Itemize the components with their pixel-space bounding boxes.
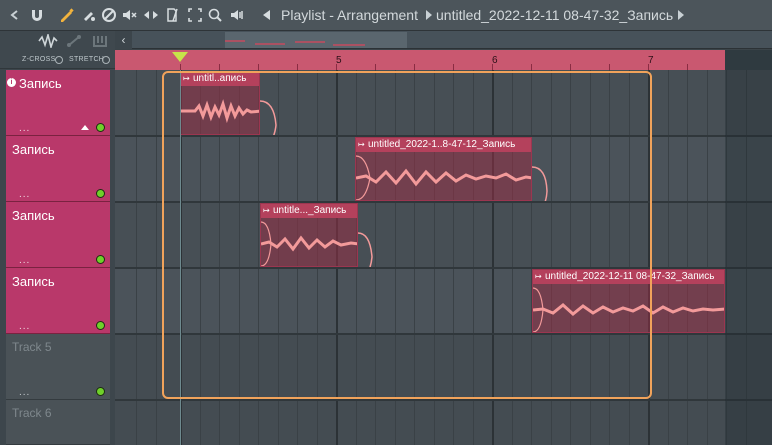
overview-window[interactable] bbox=[225, 32, 407, 48]
speaker-icon[interactable] bbox=[228, 6, 246, 24]
playlist-overview[interactable]: ‹ bbox=[115, 31, 772, 49]
pattern-name[interactable]: untitled_2022-12-11 08-47-32_Запись bbox=[436, 7, 673, 23]
select-icon[interactable] bbox=[186, 6, 204, 24]
stretch-icon[interactable] bbox=[92, 34, 108, 53]
track-name[interactable]: Track 5 bbox=[12, 340, 52, 354]
stretch-toggle[interactable] bbox=[102, 56, 110, 64]
track-name[interactable]: Запись bbox=[12, 142, 55, 157]
track-header-3[interactable]: Запись ... bbox=[6, 202, 110, 268]
track-header-5[interactable]: Track 5 ... bbox=[6, 334, 110, 400]
track-name[interactable]: Запись bbox=[19, 76, 62, 91]
delete-icon[interactable] bbox=[100, 6, 118, 24]
track-tools: Z-CROSS STRETCH bbox=[0, 31, 115, 69]
out-of-range-area bbox=[725, 70, 772, 445]
track-header-1[interactable]: i Запись ... bbox=[6, 70, 110, 136]
info-icon: i bbox=[7, 78, 16, 87]
overview-waveform bbox=[225, 40, 365, 46]
track-menu[interactable]: ... bbox=[19, 123, 30, 134]
track-menu[interactable]: ... bbox=[19, 255, 30, 266]
chevron-right-icon[interactable] bbox=[672, 6, 690, 24]
stretch-label: STRETCH bbox=[69, 56, 105, 63]
slice-icon[interactable] bbox=[164, 6, 182, 24]
ruler-end bbox=[725, 50, 772, 70]
track-enable-led[interactable] bbox=[96, 255, 105, 264]
arrow-left-icon[interactable] bbox=[258, 6, 276, 24]
magnet-icon[interactable] bbox=[28, 6, 46, 24]
playlist-title: Playlist - Arrangement bbox=[281, 7, 418, 23]
time-ruler[interactable]: 5 6 7 bbox=[115, 50, 772, 70]
track-enable-led[interactable] bbox=[96, 189, 105, 198]
track-header-6[interactable]: Track 6 bbox=[6, 400, 110, 445]
track-menu[interactable]: ... bbox=[19, 189, 30, 200]
track-enable-led[interactable] bbox=[96, 123, 105, 132]
track-header-4[interactable]: Запись ... bbox=[6, 268, 110, 334]
track-menu[interactable]: ... bbox=[19, 387, 30, 398]
zoom-icon[interactable] bbox=[206, 6, 224, 24]
zcross-toggle[interactable] bbox=[55, 56, 63, 64]
paint-icon[interactable] bbox=[80, 6, 98, 24]
lane-6[interactable] bbox=[115, 400, 772, 445]
toolbar: Playlist - Arrangement untitled_2022-12-… bbox=[0, 0, 772, 31]
zcross-label: Z-CROSS bbox=[22, 56, 56, 63]
scroll-left-button[interactable]: ‹ bbox=[115, 31, 132, 49]
track-name[interactable]: Track 6 bbox=[12, 406, 52, 420]
track-menu[interactable]: ... bbox=[19, 321, 30, 332]
track-name[interactable]: Запись bbox=[12, 208, 55, 223]
mute-icon[interactable] bbox=[120, 6, 138, 24]
arrow-left-icon[interactable] bbox=[6, 6, 24, 24]
track-name[interactable]: Запись bbox=[12, 274, 55, 289]
track-enable-led[interactable] bbox=[96, 387, 105, 396]
song-position-marker[interactable] bbox=[172, 52, 188, 62]
track-header-2[interactable]: Запись ... bbox=[6, 136, 110, 202]
slip-icon[interactable] bbox=[142, 6, 160, 24]
track-enable-led[interactable] bbox=[96, 321, 105, 330]
waveform-icon[interactable] bbox=[38, 31, 58, 53]
pencil-icon[interactable] bbox=[58, 6, 76, 24]
link-icon[interactable] bbox=[66, 34, 82, 53]
collapse-icon[interactable] bbox=[81, 125, 89, 130]
selection-box[interactable] bbox=[162, 71, 652, 399]
